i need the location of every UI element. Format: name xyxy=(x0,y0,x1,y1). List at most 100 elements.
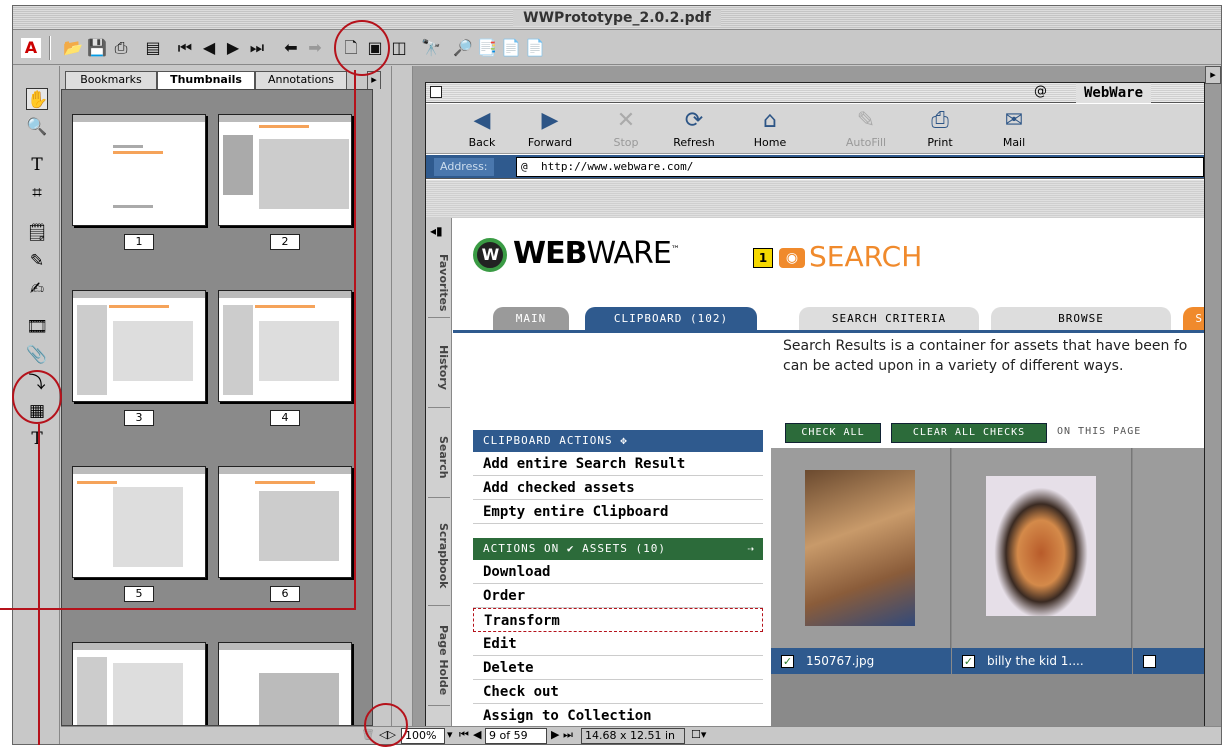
print-button[interactable]: ⎙ Print xyxy=(920,104,960,154)
result-caption: ✓ billy the kid 1.... xyxy=(952,648,1132,674)
tab-thumbnails[interactable]: Thumbnails xyxy=(157,71,255,90)
home-button[interactable]: ⌂ Home xyxy=(750,104,790,154)
action-check-out[interactable]: Check out xyxy=(473,680,763,704)
tab-bookmarks[interactable]: Bookmarks xyxy=(65,71,157,89)
action-order[interactable]: Order xyxy=(473,584,763,608)
action-delete[interactable]: Delete xyxy=(473,656,763,680)
result-cell[interactable] xyxy=(1133,448,1204,674)
side-tab-search[interactable]: Search xyxy=(428,418,450,498)
action-transform[interactable]: Transform xyxy=(473,608,763,632)
page-layout-icon[interactable]: ☐▾ xyxy=(691,728,706,741)
page-thumbnail[interactable] xyxy=(72,466,206,578)
page-number-field[interactable]: 9 of 59 xyxy=(485,728,547,744)
tab-search-criteria[interactable]: SEARCH CRITERIA xyxy=(799,307,979,331)
side-tab-favorites[interactable]: Favorites xyxy=(428,248,450,318)
stop-label: Stop xyxy=(613,136,639,149)
pane-splitter[interactable] xyxy=(391,66,413,726)
save-icon[interactable]: 💾 xyxy=(87,38,107,58)
open-icon[interactable]: 📂 xyxy=(63,38,83,58)
url-at-icon: @ xyxy=(521,160,528,173)
last-page-icon[interactable]: ⏭ xyxy=(247,38,267,58)
tab-annotations[interactable]: Annotations xyxy=(255,71,347,89)
action-assign-collection[interactable]: Assign to Collection xyxy=(473,704,763,726)
status-prev-page-icon[interactable]: ◀ xyxy=(473,728,481,741)
zoom-tool-icon[interactable]: 🔍 xyxy=(26,116,48,138)
close-box-icon[interactable] xyxy=(430,86,442,98)
clear-all-checks-button[interactable]: CLEAR ALL CHECKS xyxy=(891,423,1047,443)
tab-main[interactable]: MAIN xyxy=(493,307,569,331)
show-hide-navpane-icon[interactable]: ▤ xyxy=(143,38,163,58)
result-checkbox[interactable]: ✓ xyxy=(781,655,794,668)
action-edit[interactable]: Edit xyxy=(473,632,763,656)
status-first-page-icon[interactable]: ⏮ xyxy=(459,728,469,742)
side-tab-page-holder[interactable]: Page Holde xyxy=(428,616,450,706)
action-empty-clipboard[interactable]: Empty entire Clipboard xyxy=(473,500,763,524)
movie-tool-icon[interactable]: 🎞 xyxy=(26,316,48,338)
result-image-2[interactable] xyxy=(986,476,1096,616)
page-thumbnail[interactable] xyxy=(72,114,206,226)
page-thumbnail[interactable] xyxy=(218,466,352,578)
zoom-menu-icon[interactable]: ▾ xyxy=(447,728,453,741)
browser-titlebar[interactable]: @ WebWare xyxy=(426,83,1204,103)
next-highlight-icon[interactable]: 📄 xyxy=(525,38,545,58)
search-results-icon[interactable]: 📑 xyxy=(477,38,497,58)
hand-tool-icon[interactable]: ✋ xyxy=(26,88,48,110)
action-download[interactable]: Download xyxy=(473,560,763,584)
page-thumbnail[interactable] xyxy=(218,290,352,402)
text-select-tool-icon[interactable]: T xyxy=(26,154,48,176)
result-filename: billy the kid 1.... xyxy=(987,654,1084,668)
result-checkbox[interactable] xyxy=(1143,655,1156,668)
fit-width-icon[interactable]: ◫ xyxy=(389,38,409,58)
print-icon[interactable]: ⎙ xyxy=(111,38,131,58)
attach-tool-icon[interactable]: 📎 xyxy=(26,344,48,366)
mail-button[interactable]: ✉ Mail xyxy=(994,104,1034,154)
acrobat-logo-icon[interactable]: A xyxy=(21,38,41,58)
collapse-tabs-icon[interactable]: ◂▮ xyxy=(430,224,443,238)
page-thumbnail[interactable] xyxy=(218,114,352,226)
page-thumbnail[interactable] xyxy=(72,642,206,725)
check-all-button[interactable]: CHECK ALL xyxy=(785,423,881,443)
document-view[interactable]: @ WebWare ◀ Back ▶ Forward ✕ Stop ⟳ Refresh … xyxy=(413,66,1221,726)
result-cell[interactable]: ✓ 150767.jpg xyxy=(771,448,951,674)
action-add-checked[interactable]: Add checked assets xyxy=(473,476,763,500)
status-last-page-icon[interactable]: ⏭ xyxy=(563,728,573,742)
docpane-menu-arrow[interactable]: ▸ xyxy=(1205,66,1221,84)
first-page-icon[interactable]: ⏮ xyxy=(175,38,195,58)
refresh-button[interactable]: ⟳ Refresh xyxy=(664,104,724,154)
action-add-entire-result[interactable]: Add entire Search Result xyxy=(473,452,763,476)
prev-highlight-icon[interactable]: 📄 xyxy=(501,38,521,58)
touchup-text-tool-icon[interactable]: T xyxy=(26,428,48,450)
tab-search-results[interactable]: SE xyxy=(1183,307,1204,331)
highlight-tool-icon[interactable]: ✍ xyxy=(26,278,48,300)
note-tool-icon[interactable]: 🗒 xyxy=(26,222,48,244)
thumbnails-panel[interactable]: 1 2 3 4 5 6 xyxy=(61,89,373,726)
pencil-tool-icon[interactable]: ✎ xyxy=(26,250,48,272)
result-image-1[interactable] xyxy=(805,470,915,626)
page-thumbnail[interactable] xyxy=(72,290,206,402)
tab-clipboard[interactable]: CLIPBOARD (102) xyxy=(585,307,757,331)
tab-browse[interactable]: BROWSE xyxy=(991,307,1171,331)
zoom-field[interactable]: 100% xyxy=(401,728,445,744)
go-forward-icon[interactable]: ➡ xyxy=(305,38,325,58)
explorer-side-tabs: ◂▮ Favorites History Search Scrapbook Pa… xyxy=(426,218,452,726)
next-page-icon[interactable]: ▶ xyxy=(223,38,243,58)
side-tab-history[interactable]: History xyxy=(428,328,450,408)
result-checkbox[interactable]: ✓ xyxy=(962,655,975,668)
result-cell[interactable]: ✓ billy the kid 1.... xyxy=(952,448,1132,674)
search-icon[interactable]: 🔎 xyxy=(453,38,473,58)
crop-tool-icon[interactable]: ⌗ xyxy=(26,182,48,204)
back-button[interactable]: ◀ Back xyxy=(462,104,502,154)
address-input[interactable]: @ http://www.webware.com/ xyxy=(516,157,1204,177)
stop-button[interactable]: ✕ Stop xyxy=(606,104,646,154)
page-thumbnail[interactable] xyxy=(218,642,352,725)
go-back-icon[interactable]: ⬅ xyxy=(281,38,301,58)
forward-button[interactable]: ▶ Forward xyxy=(520,104,580,154)
window-titlebar[interactable]: WWPrototype_2.0.2.pdf xyxy=(13,6,1221,30)
home-label: Home xyxy=(753,136,787,149)
status-next-page-icon[interactable]: ▶ xyxy=(551,728,559,741)
side-tab-scrapbook[interactable]: Scrapbook xyxy=(428,506,450,606)
autofill-button[interactable]: ✎ AutoFill xyxy=(838,104,894,154)
webware-w-icon: W xyxy=(473,237,507,272)
prev-page-icon[interactable]: ◀ xyxy=(199,38,219,58)
find-icon[interactable]: 🔭 xyxy=(421,38,441,58)
